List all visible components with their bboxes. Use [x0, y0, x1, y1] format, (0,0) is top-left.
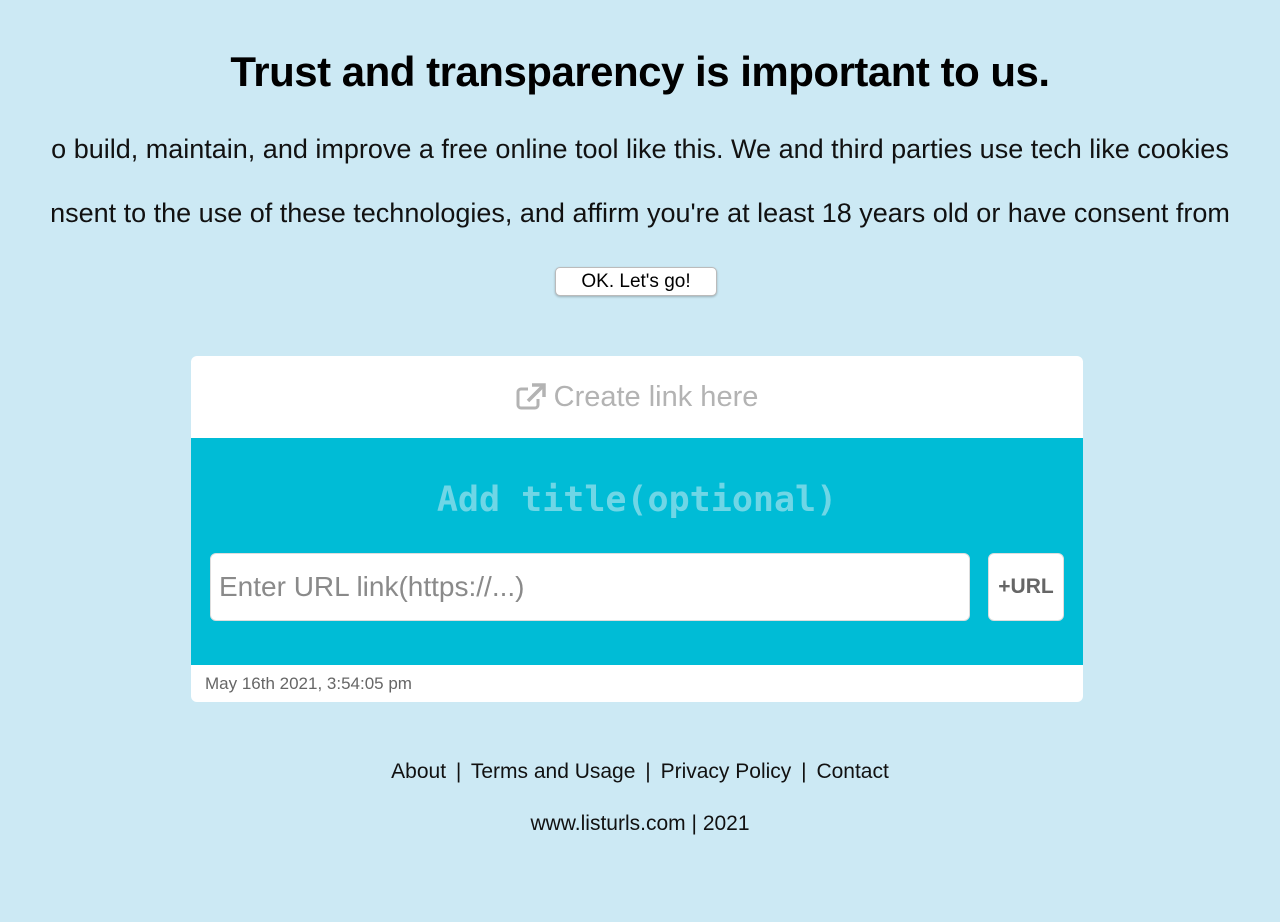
- footer-separator: |: [645, 760, 651, 783]
- card-header-label: Create link here: [553, 380, 759, 413]
- url-input[interactable]: [210, 553, 970, 621]
- footer-link-privacy[interactable]: Privacy Policy: [661, 760, 792, 783]
- add-url-button[interactable]: +URL: [988, 553, 1064, 621]
- timestamp: May 16th 2021, 3:54:05 pm: [205, 674, 412, 693]
- card-header: Create link here: [191, 356, 1083, 438]
- footer-separator: |: [801, 760, 807, 783]
- footer-separator: |: [455, 760, 462, 783]
- footer-link-contact[interactable]: Contact: [816, 760, 888, 783]
- external-link-icon: [516, 383, 546, 411]
- footer-site: www.listurls.com: [530, 812, 686, 835]
- consent-banner: Trust and transparency is important to u…: [0, 0, 1280, 330]
- consent-text-line-1: o build, maintain, and improve a free on…: [51, 134, 1229, 164]
- consent-text-line-2: nsent to the use of these technologies, …: [50, 198, 1230, 228]
- create-link-card: Create link here +URL May 16th 2021, 3:5…: [191, 356, 1083, 702]
- consent-heading: Trust and transparency is important to u…: [230, 48, 1050, 95]
- link-form: +URL: [191, 438, 1083, 665]
- title-input[interactable]: [191, 476, 1083, 524]
- footer-link-terms[interactable]: Terms and Usage: [471, 760, 636, 783]
- footer-copyright: www.listurls.com | 2021: [0, 812, 1280, 836]
- footer-year: 2021: [702, 812, 750, 835]
- footer-link-about[interactable]: About: [391, 760, 446, 783]
- footer-links: About | Terms and Usage | Privacy Policy…: [0, 760, 1280, 784]
- consent-ok-button[interactable]: OK. Let's go!: [555, 267, 717, 296]
- footer-separator: |: [691, 812, 697, 835]
